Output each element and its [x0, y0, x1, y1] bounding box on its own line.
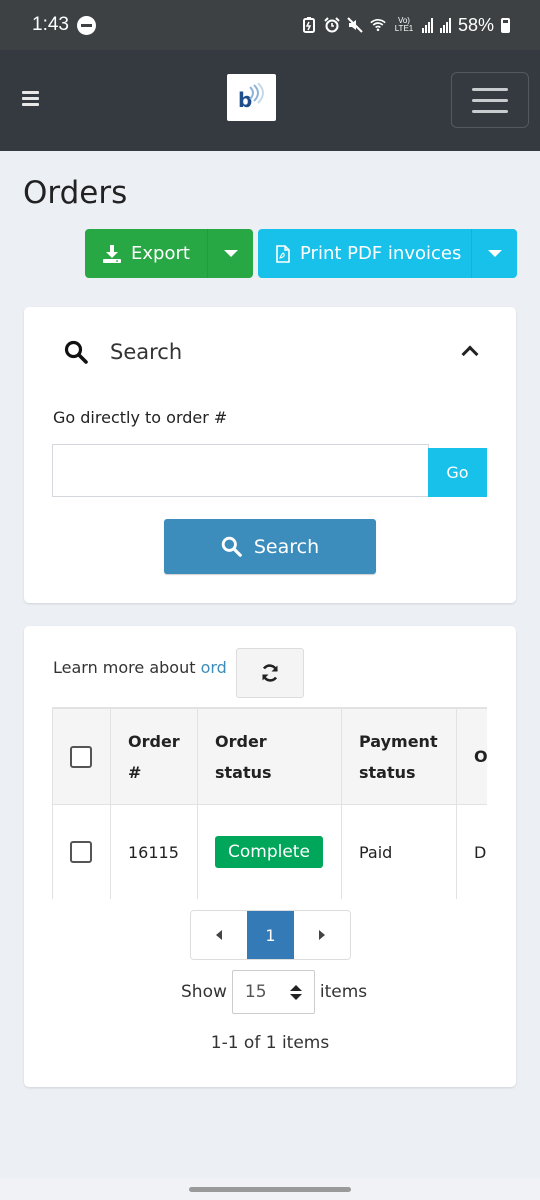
signal-icon [421, 17, 433, 33]
search-panel-header[interactable]: Search [64, 340, 182, 364]
next-page-button[interactable] [294, 911, 350, 959]
table-row[interactable]: 16115 Complete Paid Dl [52, 804, 487, 899]
search-button-label: Search [253, 535, 320, 558]
select-all-checkbox[interactable] [70, 745, 92, 768]
print-pdf-invoices-button[interactable]: Print PDF invoices [258, 229, 471, 278]
signal-icon-2 [439, 17, 451, 33]
battery-icon [501, 17, 510, 33]
mute-icon [347, 17, 363, 33]
items-label: items [319, 982, 368, 1002]
logo-waves-icon [249, 83, 264, 104]
export-button-group: Export [85, 229, 253, 278]
column-header-order-status[interactable]: Order status [197, 708, 342, 805]
export-dropdown-toggle[interactable] [207, 229, 253, 278]
caret-down-icon [487, 250, 502, 257]
payment-status-cell: Paid [341, 804, 457, 899]
learn-more-link[interactable]: ord [201, 658, 227, 677]
status-bar: 1:43 Vo) LTE1 58% [0, 0, 540, 50]
orders-table-container[interactable]: Order # Order status Payment status O M … [52, 707, 487, 899]
go-button[interactable]: Go [428, 448, 487, 497]
column-header-payment-status[interactable]: Payment status [341, 708, 457, 805]
page-button-current[interactable]: 1 [247, 911, 294, 959]
sort-arrows-icon [289, 984, 302, 1000]
download-icon [103, 244, 121, 263]
search-panel-title: Search [110, 340, 183, 364]
export-button[interactable]: Export [85, 229, 207, 278]
page-size-value: 15 [244, 982, 267, 1002]
home-indicator[interactable] [189, 1187, 351, 1192]
sidebar-toggle-icon[interactable] [22, 91, 39, 106]
chevron-up-icon[interactable] [461, 345, 479, 363]
network-type-label: Vo) LTE1 [394, 16, 414, 33]
search-icon [64, 340, 88, 364]
shipping-method-cell: Dl [456, 804, 487, 899]
file-pdf-icon [276, 244, 290, 263]
caret-left-icon [216, 930, 222, 940]
caret-right-icon [319, 930, 325, 940]
alarm-icon [324, 17, 340, 33]
refresh-icon [262, 664, 278, 682]
items-summary: 1-1 of 1 items [210, 1033, 330, 1053]
orders-table: Order # Order status Payment status O M … [52, 708, 487, 899]
battery-percent: 58% [457, 14, 494, 35]
show-label: Show [181, 982, 227, 1002]
export-label: Export [131, 243, 190, 264]
table-header-row: Order # Order status Payment status O M [52, 708, 487, 805]
page-size-select[interactable]: 15 [231, 970, 315, 1014]
order-number-cell[interactable]: 16115 [110, 804, 198, 899]
column-header-order-number[interactable]: Order # [110, 708, 198, 805]
search-button[interactable]: Search [164, 519, 376, 574]
brand-logo[interactable]: b [227, 74, 276, 121]
wifi-icon [370, 19, 386, 32]
refresh-button[interactable] [236, 648, 304, 698]
navbar-menu-button[interactable] [451, 72, 529, 128]
column-header-shipping-method[interactable]: O M [456, 708, 487, 805]
status-time: 1:43 [32, 14, 69, 35]
row-checkbox[interactable] [70, 841, 92, 863]
select-all-cell [52, 708, 111, 805]
do-not-disturb-icon [76, 15, 96, 35]
print-pdf-invoices-label: Print PDF invoices [300, 243, 462, 264]
caret-down-icon [223, 250, 238, 257]
page-size-row: Show 15 items [181, 970, 367, 1014]
pagination: 1 [190, 910, 351, 960]
go-to-order-input[interactable] [52, 444, 429, 497]
previous-page-button[interactable] [191, 911, 247, 959]
print-dropdown-toggle[interactable] [471, 229, 517, 278]
status-badge: Complete [215, 836, 323, 868]
print-invoices-button-group: Print PDF invoices [258, 229, 517, 278]
learn-more-text: Learn more about ord [53, 658, 227, 677]
battery-saver-icon [302, 17, 315, 33]
page-title: Orders [23, 175, 128, 211]
search-panel: Search Go directly to order # Go Search [24, 307, 516, 603]
go-to-order-label: Go directly to order # [53, 408, 228, 427]
orders-panel: Learn more about ord Order # Order statu… [24, 626, 516, 1087]
row-select-cell [52, 804, 111, 899]
app-header: b [0, 50, 540, 151]
search-icon [221, 536, 242, 557]
order-status-cell: Complete [197, 804, 342, 899]
